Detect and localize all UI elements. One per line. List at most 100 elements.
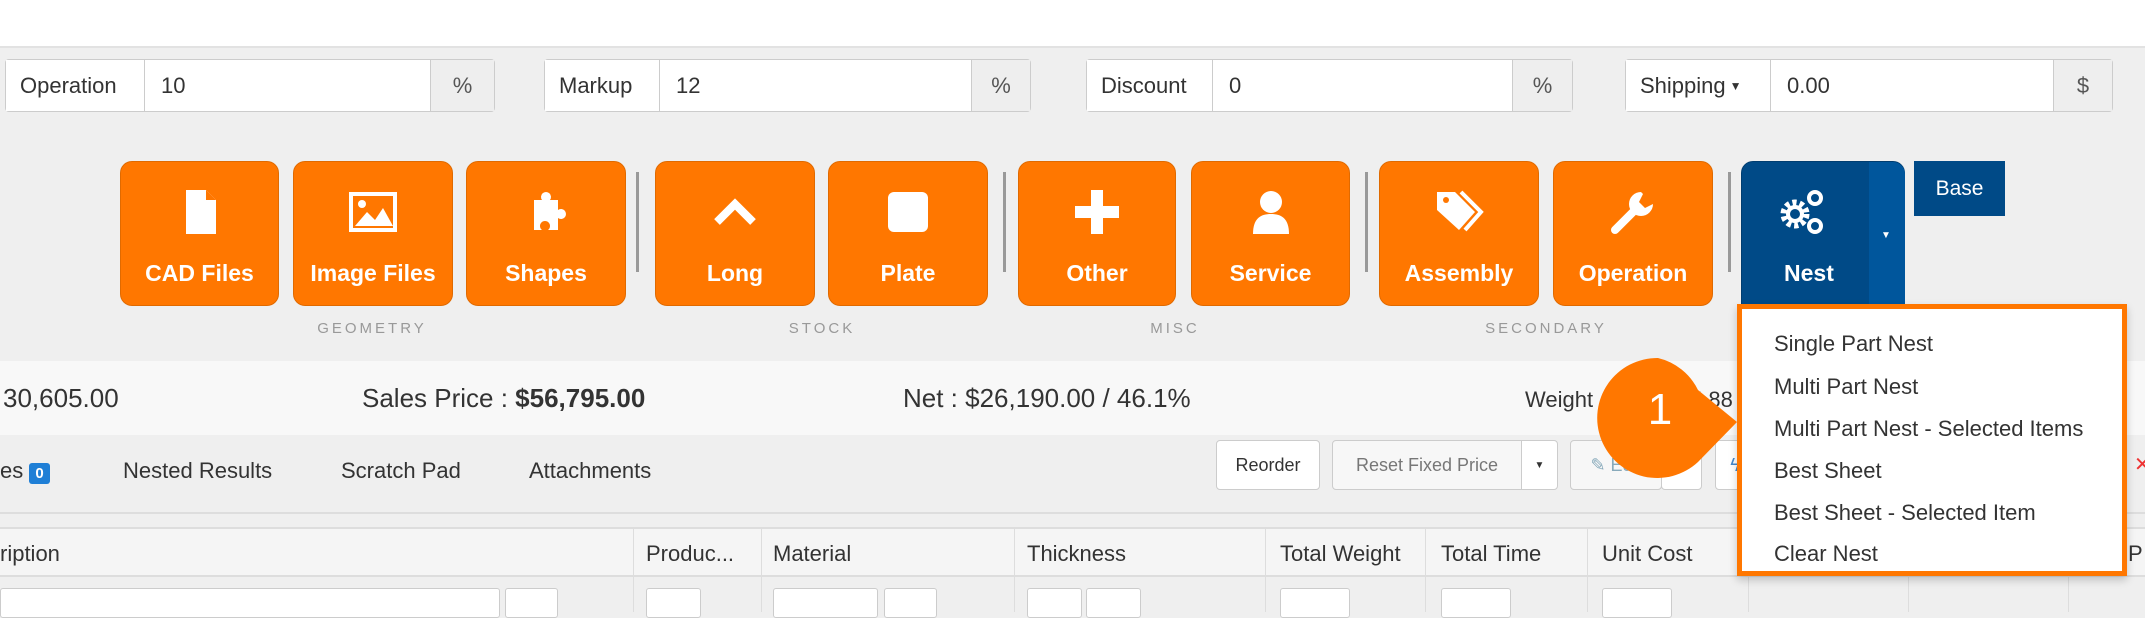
reorder-button[interactable]: Reorder [1216,440,1320,490]
percent-addon: % [972,60,1030,111]
button-label: Assembly [1404,260,1514,286]
divider [1425,527,1426,612]
reset-dropdown-toggle[interactable]: ▼ [1521,440,1558,490]
weight-label: Weight [1525,387,1594,412]
column-thickness[interactable]: Thickness [1027,541,1126,567]
column-description[interactable]: ription [0,541,60,567]
base-badge[interactable]: Base [1914,161,2005,216]
service-button[interactable]: Service [1191,161,1350,306]
divider [1587,527,1588,612]
divider [1014,527,1015,612]
caret-down-icon: ▼ [1881,230,1891,241]
image-icon [349,192,397,232]
discount-input-group: Discount 0 % [1086,59,1573,112]
assembly-button[interactable]: Assembly [1379,161,1539,306]
file-icon [185,190,216,234]
menu-item-multi-part-nest-selected[interactable]: Multi Part Nest - Selected Items [1774,416,2083,442]
divider [1003,172,1006,272]
operation-button[interactable]: Operation [1553,161,1713,306]
sales-price: Sales Price : $56,795.00 [362,383,645,414]
other-button[interactable]: Other [1018,161,1176,306]
plus-icon [1075,190,1119,234]
column-total-time[interactable]: Total Time [1441,541,1541,567]
operation-input[interactable]: 10 [145,60,431,111]
shapes-button[interactable]: Shapes [466,161,626,306]
group-label-misc: MISC [1150,320,1200,337]
gears-icon [1780,190,1823,234]
nest-dropdown-toggle[interactable]: ▼ [1869,162,1905,306]
percent-addon: % [1513,60,1572,111]
markup-input[interactable]: 12 [660,60,972,111]
menu-item-multi-part-nest[interactable]: Multi Part Nest [1774,374,1918,400]
group-label-secondary: SECONDARY [1485,320,1607,337]
chevron-up-icon [714,198,756,225]
sales-price-label: Sales Price : [362,383,516,413]
shipping-input-group: Shipping ▼ 0.00 $ [1625,59,2113,112]
filter-button[interactable] [1602,588,1672,618]
column-material[interactable]: Material [773,541,851,567]
caret-down-icon: ▼ [1729,78,1742,93]
button-label: Other [1066,260,1128,286]
plate-button[interactable]: Plate [828,161,988,306]
discount-input[interactable]: 0 [1213,60,1513,111]
description-filter[interactable] [0,588,500,618]
column-unit-cost[interactable]: Unit Cost [1602,541,1692,567]
button-label: Plate [880,260,936,286]
filter-button[interactable] [1086,588,1141,618]
column-total-weight[interactable]: Total Weight [1280,541,1401,567]
filter-button[interactable] [1441,588,1511,618]
divider [633,527,634,612]
group-label-geometry: GEOMETRY [317,320,427,337]
button-label: Long [706,260,764,286]
tab-items[interactable]: es 0 [0,458,50,484]
button-label: Operation [1578,260,1688,286]
wrench-icon [1611,192,1653,234]
tab-attachments[interactable]: Attachments [529,458,651,484]
caret-down-icon: ▼ [1534,459,1545,471]
column-p[interactable]: P [2128,541,2143,567]
menu-item-single-part-nest[interactable]: Single Part Nest [1774,331,1933,357]
tab-scratch-pad[interactable]: Scratch Pad [341,458,461,484]
menu-item-best-sheet[interactable]: Best Sheet [1774,458,1882,484]
shipping-input[interactable]: 0.00 [1771,60,2054,111]
image-files-button[interactable]: Image Files [293,161,453,306]
long-button[interactable]: Long [655,161,815,306]
dollar-addon: $ [2054,60,2112,111]
divider [761,527,762,612]
button-label: CAD Files [145,260,254,286]
square-icon [888,192,928,232]
operation-label: Operation [6,60,145,111]
menu-item-best-sheet-selected[interactable]: Best Sheet - Selected Item [1774,500,2036,526]
tab-nested-results[interactable]: Nested Results [123,458,272,484]
top-bar [0,0,2145,48]
divider [636,172,639,272]
filter-button[interactable] [505,588,558,618]
tab-label: es [0,458,24,483]
markup-label: Markup [545,60,660,111]
cost-value: 30,605.00 [3,383,119,413]
thickness-filter[interactable] [1027,588,1082,618]
filter-button[interactable] [1280,588,1350,618]
percent-addon: % [431,60,494,111]
shipping-label: Shipping [1640,72,1726,98]
cad-files-button[interactable]: CAD Files [120,161,279,306]
sales-price-value: $56,795.00 [515,383,646,413]
puzzle-icon [534,192,566,230]
tags-icon [1437,190,1484,232]
nest-button[interactable]: Nest ▼ [1741,161,1905,306]
menu-item-clear-nest[interactable]: Clear Nest [1774,541,1878,567]
material-filter[interactable] [773,588,878,618]
operation-input-group: Operation 10 % [5,59,495,112]
reset-fixed-price-button[interactable]: Reset Fixed Price [1332,440,1522,490]
shipping-dropdown[interactable]: Shipping ▼ [1626,60,1771,111]
divider [1365,172,1368,272]
divider [1265,527,1266,612]
markup-input-group: Markup 12 % [544,59,1031,112]
callout-number: 1 [1647,385,1673,434]
column-product[interactable]: Produc... [646,541,734,567]
filter-button[interactable] [884,588,937,618]
divider [1728,172,1731,272]
filter-button[interactable] [646,588,701,618]
group-label-stock: STOCK [788,320,856,337]
close-icon[interactable]: ✕ [2134,452,2145,477]
